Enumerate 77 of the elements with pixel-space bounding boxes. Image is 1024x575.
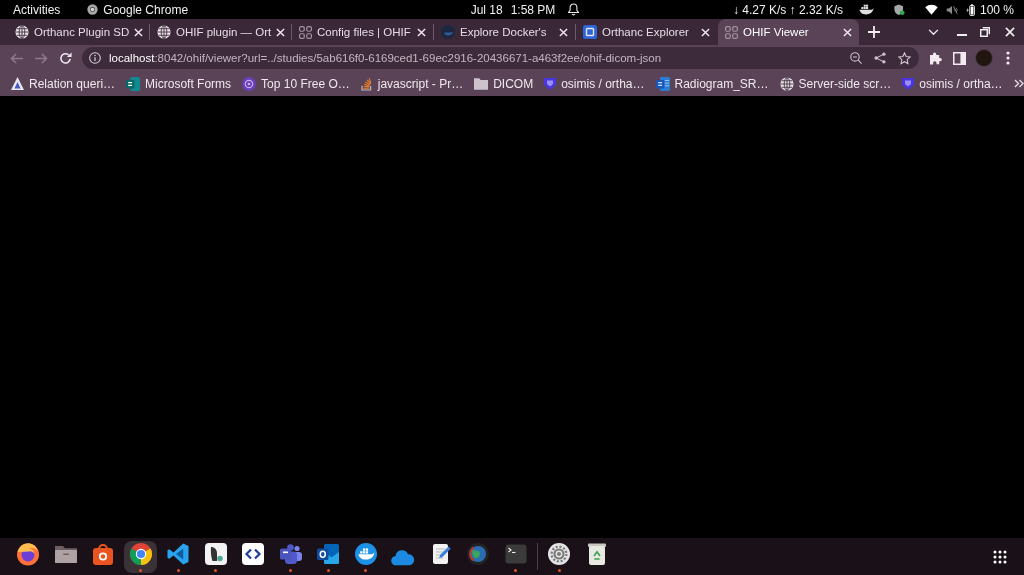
document-tile-icon — [655, 76, 670, 91]
globe-icon — [157, 25, 171, 39]
side-panel-icon[interactable] — [953, 51, 966, 65]
share-icon[interactable] — [874, 52, 886, 64]
stacked-bars-icon — [360, 76, 373, 91]
browser-tab[interactable]: Config files | OHIF — [292, 19, 433, 45]
date-text: Jul 18 — [470, 2, 503, 17]
bookmark-item[interactable]: Radiogram_SR… — [655, 76, 769, 91]
globe-icon — [779, 76, 794, 91]
globe-icon — [15, 25, 29, 39]
close-icon[interactable] — [559, 27, 568, 37]
speaker-icon[interactable] — [945, 4, 958, 15]
bookmark-item[interactable]: Relation queri… — [11, 76, 116, 91]
round-logo-icon — [441, 25, 455, 39]
reload-icon[interactable] — [59, 51, 72, 65]
bookmark-item[interactable]: Microsoft Forms — [126, 76, 232, 91]
bookmark-item[interactable]: Server-side scr… — [779, 76, 892, 91]
zoom-icon[interactable] — [850, 52, 862, 64]
browser-tab[interactable]: OHIF plugin — Ort — [150, 19, 291, 45]
flame-globe-icon — [16, 541, 40, 566]
close-icon[interactable] — [843, 27, 852, 37]
whale-icon[interactable] — [858, 4, 874, 15]
square-logo-icon — [583, 25, 597, 39]
cloud-icon — [391, 548, 415, 566]
globe-icon — [466, 541, 490, 566]
bookmark-item[interactable]: osimis / ortha… — [544, 76, 645, 91]
bookmark-item[interactable]: Top 10 Free O… — [242, 76, 350, 91]
ribbon-icon — [166, 541, 190, 566]
info-icon[interactable] — [89, 52, 101, 64]
badge-icon — [242, 76, 257, 91]
code-brackets-icon — [241, 541, 265, 566]
bookmark-item[interactable]: osimis / ortha… — [902, 76, 1003, 91]
restore-icon[interactable] — [980, 27, 990, 37]
envelope-icon — [316, 541, 340, 566]
gear-icon — [547, 541, 571, 566]
battery-icon[interactable] — [965, 3, 975, 16]
grid-icon — [299, 25, 312, 39]
form-tile-icon — [126, 76, 141, 91]
time-text: 1:58 PM — [510, 2, 556, 17]
battery-percent-text: 100 % — [979, 2, 1014, 17]
close-icon[interactable] — [1005, 27, 1015, 37]
shield-icon — [544, 77, 557, 90]
folder-icon — [474, 77, 489, 90]
activities-button[interactable]: Activities — [13, 2, 61, 17]
ring-icon — [87, 4, 99, 15]
network-speed-text: ↓ 4.27 K/s ↑ 2.32 K/s — [732, 2, 843, 17]
figure-tile-icon — [203, 541, 228, 566]
plus-icon[interactable] — [868, 26, 880, 38]
grid-icon — [725, 25, 738, 39]
app-launcher-button[interactable] — [124, 540, 157, 573]
chevron-down-icon[interactable] — [928, 28, 939, 36]
browser-tab[interactable]: Orthanc Explorer — [576, 19, 717, 45]
whale-icon — [353, 541, 378, 566]
people-icon — [278, 541, 303, 566]
star-icon[interactable] — [898, 51, 911, 65]
apps-grid-icon[interactable] — [993, 549, 1007, 564]
bookmark-item[interactable]: javascript - Pr… — [360, 76, 464, 91]
shield-icon[interactable] — [893, 3, 905, 16]
app-menu-button[interactable]: Google Chrome — [87, 2, 189, 17]
segmented-circle-icon — [128, 541, 153, 566]
shopping-bag-icon — [91, 541, 115, 566]
puzzle-piece-icon[interactable] — [929, 51, 943, 65]
close-icon[interactable] — [134, 27, 144, 37]
bell-icon — [568, 3, 580, 16]
close-icon[interactable] — [417, 27, 426, 37]
browser-tab[interactable]: Orthanc Plugin SD — [8, 19, 149, 45]
wifi-icon[interactable] — [924, 4, 938, 15]
close-icon[interactable] — [701, 27, 710, 37]
triangle-icon — [11, 77, 24, 90]
browser-tab[interactable]: Explore Docker's — [434, 19, 575, 45]
three-dots-icon[interactable] — [1006, 51, 1010, 65]
browser-tab[interactable]: OHIF Viewer — [718, 19, 859, 45]
double-chevron-icon[interactable] — [1013, 79, 1024, 88]
bookmark-item[interactable]: DICOM — [474, 76, 534, 91]
shield-icon — [902, 77, 915, 90]
close-icon[interactable] — [276, 27, 286, 37]
address-field[interactable]: localhost:8042/ohif/viewer?url=../studies/5ab616f0-6169ced1-69ec2916-20436671-a463f2ee/ohif-dicom-json — [82, 47, 919, 69]
